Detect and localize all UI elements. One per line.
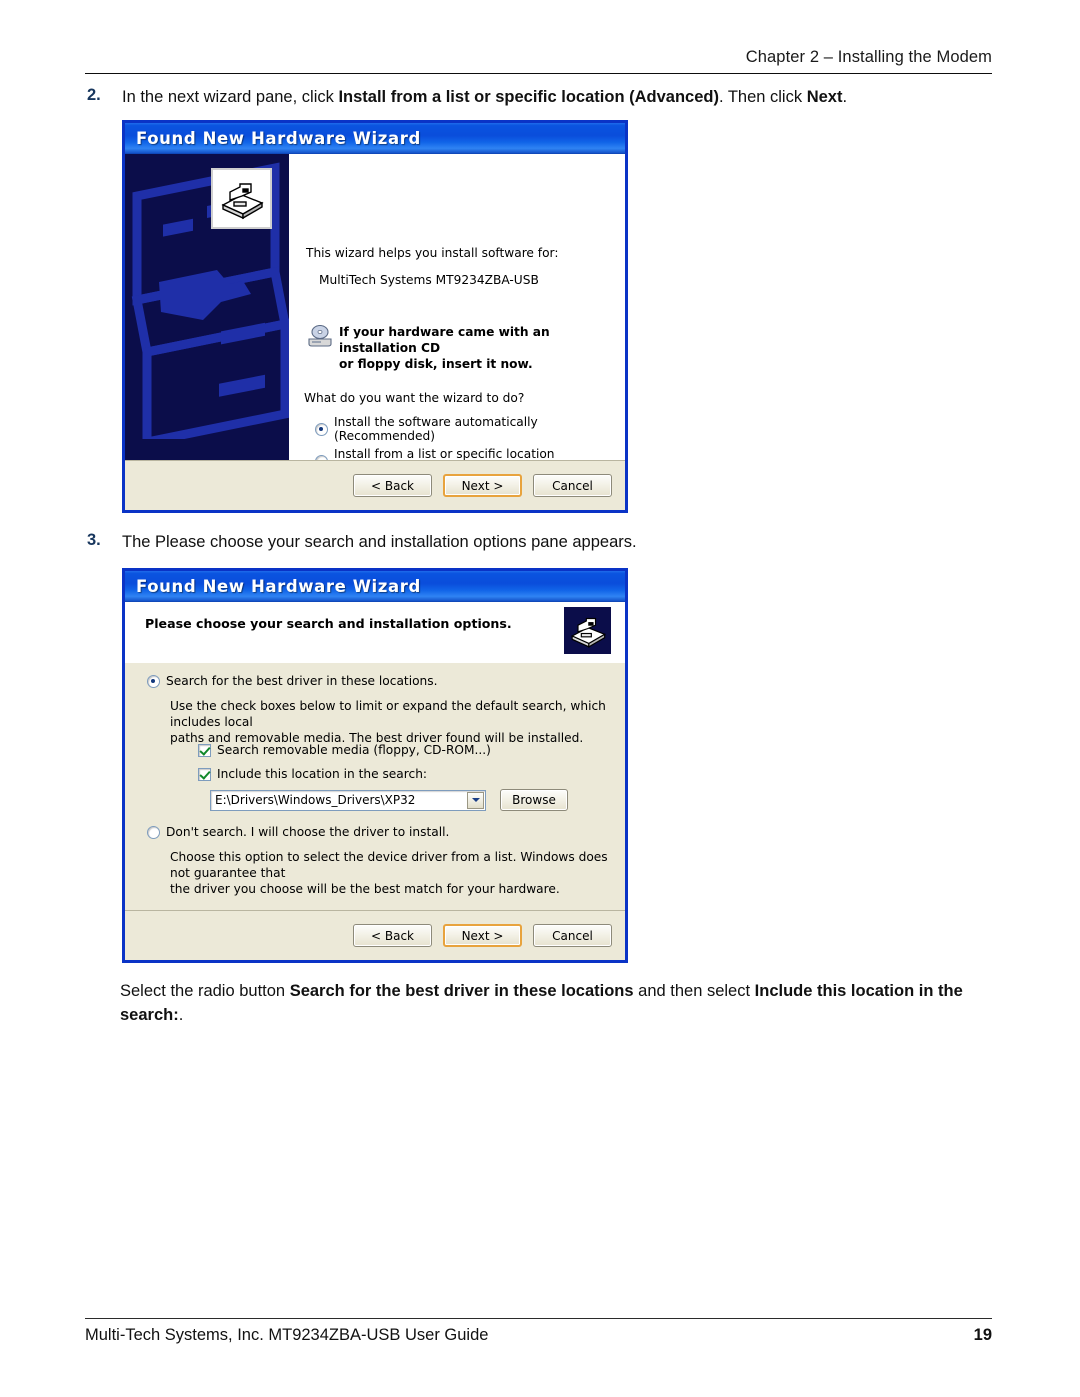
dialog2-content-panel: Search for the best driver in these loca… <box>125 663 625 910</box>
dialog2-cancel-button[interactable]: Cancel <box>533 924 612 947</box>
step-3-number: 3. <box>87 531 101 549</box>
dialog2-header-panel: Please choose your search and installati… <box>125 602 625 664</box>
radio-search-best-driver[interactable]: Search for the best driver in these loca… <box>147 674 438 688</box>
found-new-hardware-wizard-welcome-dialog[interactable]: Found New Hardware Wizard This wizard he… <box>122 120 628 513</box>
location-row: E:\Drivers\Windows_Drivers\XP32 Browse <box>210 789 568 811</box>
step-2-bold-b: Next <box>806 88 843 106</box>
step-2: 2. In the next wizard pane, click Instal… <box>85 86 1005 109</box>
checkbox-search-removable-media-label: Search removable media (floppy, CD-ROM..… <box>217 743 491 757</box>
step-2-bold-a: Install from a list or specific location… <box>338 88 719 106</box>
dialog2-title-bar: Found New Hardware Wizard <box>125 571 625 602</box>
radio-install-automatically-icon[interactable] <box>315 422 328 436</box>
document-page: Chapter 2 – Installing the Modem 2. In t… <box>0 0 1080 1397</box>
closing-text-b: and then select <box>633 982 755 1000</box>
dialog1-banner-panel <box>125 154 289 510</box>
step-2-number: 2. <box>87 86 101 104</box>
search-option-description: Use the check boxes below to limit or ex… <box>170 698 625 746</box>
browse-button[interactable]: Browse <box>500 789 568 811</box>
hardware-device-icon-small <box>564 607 611 654</box>
dialog1-title-bar: Found New Hardware Wizard <box>125 123 625 154</box>
checkbox-include-location-icon[interactable] <box>198 767 211 781</box>
step-2-text-b: . Then click <box>718 88 807 106</box>
checkbox-search-removable-media[interactable]: Search removable media (floppy, CD-ROM..… <box>198 743 491 757</box>
dialog1-button-bar: < Back Next > Cancel <box>125 460 625 510</box>
page-footer: Multi-Tech Systems, Inc. MT9234ZBA-USB U… <box>85 1318 992 1345</box>
dialog2-title: Found New Hardware Wizard <box>136 577 421 596</box>
wizard-intro-line: This wizard helps you install software f… <box>306 246 559 260</box>
dialog1-content-panel: This wizard helps you install software f… <box>289 154 625 510</box>
manual-option-description-line-1: Choose this option to select the device … <box>170 850 608 881</box>
cd-notice-text: If your hardware came with an installati… <box>339 324 625 373</box>
footer-row: Multi-Tech Systems, Inc. MT9234ZBA-USB U… <box>85 1326 992 1345</box>
wizard-question-label: What do you want the wizard to do? <box>304 391 525 405</box>
hardware-device-icon <box>211 168 272 229</box>
cd-drive-icon <box>306 324 336 353</box>
dialog2-back-button[interactable]: < Back <box>353 924 432 947</box>
radio-dont-search[interactable]: Don't search. I will choose the driver t… <box>147 825 449 839</box>
dialog2-heading: Please choose your search and installati… <box>145 616 512 631</box>
step-3: 3. The Please choose your search and ins… <box>85 531 1005 554</box>
page-number: 19 <box>973 1326 992 1344</box>
search-option-description-line-1: Use the check boxes below to limit or ex… <box>170 699 606 730</box>
manual-option-description: Choose this option to select the device … <box>170 849 625 897</box>
dialog1-back-button[interactable]: < Back <box>353 474 432 497</box>
location-combobox[interactable]: E:\Drivers\Windows_Drivers\XP32 <box>210 789 486 811</box>
radio-dont-search-icon[interactable] <box>147 825 160 839</box>
hardware-device-glyph <box>220 182 264 219</box>
radio-search-best-driver-label: Search for the best driver in these loca… <box>166 674 438 688</box>
hardware-device-glyph-small <box>570 617 606 648</box>
step-3-text: The Please choose your search and instal… <box>122 533 637 551</box>
checkbox-include-location[interactable]: Include this location in the search: <box>198 767 427 781</box>
wizard-device-name: MultiTech Systems MT9234ZBA-USB <box>319 273 539 287</box>
cd-drive-glyph <box>308 324 332 347</box>
header-divider <box>85 73 992 74</box>
closing-text-c: . <box>178 1005 184 1024</box>
dialog1-next-button[interactable]: Next > <box>443 474 522 497</box>
footer-divider <box>85 1318 992 1319</box>
radio-dont-search-label: Don't search. I will choose the driver t… <box>166 825 450 839</box>
closing-text-a: Select the radio button <box>120 982 290 1000</box>
radio-install-automatically[interactable]: Install the software automatically (Reco… <box>315 415 625 443</box>
footer-guide-title: Multi-Tech Systems, Inc. MT9234ZBA-USB U… <box>85 1326 489 1344</box>
dialog1-cancel-button[interactable]: Cancel <box>533 474 612 497</box>
chevron-down-icon[interactable] <box>467 791 484 809</box>
closing-bold-a: Search for the best driver in these loca… <box>289 982 634 1000</box>
step-2-text-c: . <box>842 88 848 106</box>
chapter-header-text: Chapter 2 – Installing the Modem <box>745 48 992 66</box>
dialog1-title: Found New Hardware Wizard <box>136 129 421 148</box>
radio-install-automatically-label: Install the software automatically (Reco… <box>334 415 538 443</box>
found-new-hardware-wizard-options-dialog[interactable]: Found New Hardware Wizard Please choose … <box>122 568 628 963</box>
location-combobox-value: E:\Drivers\Windows_Drivers\XP32 <box>215 793 416 807</box>
dialog2-button-bar: < Back Next > Cancel <box>125 910 625 960</box>
step-2-text-a: In the next wizard pane, click <box>122 88 339 106</box>
installation-cd-notice: If your hardware came with an installati… <box>306 324 625 373</box>
checkbox-search-removable-media-icon[interactable] <box>198 743 211 757</box>
manual-option-description-line-2: the driver you choose will be the best m… <box>170 882 560 897</box>
page-header: Chapter 2 – Installing the Modem <box>85 48 992 74</box>
closing-paragraph: Select the radio button Search for the b… <box>120 980 1000 1028</box>
dialog1-body: This wizard helps you install software f… <box>125 154 625 510</box>
cd-notice-line-2: or floppy disk, insert it now. <box>339 357 533 372</box>
dialog2-next-button[interactable]: Next > <box>443 924 522 947</box>
radio-search-best-driver-icon[interactable] <box>147 674 160 688</box>
checkbox-include-location-label: Include this location in the search: <box>217 767 428 781</box>
cd-notice-line-1: If your hardware came with an installati… <box>339 325 550 356</box>
step-2-text: In the next wizard pane, click Install f… <box>122 86 847 109</box>
